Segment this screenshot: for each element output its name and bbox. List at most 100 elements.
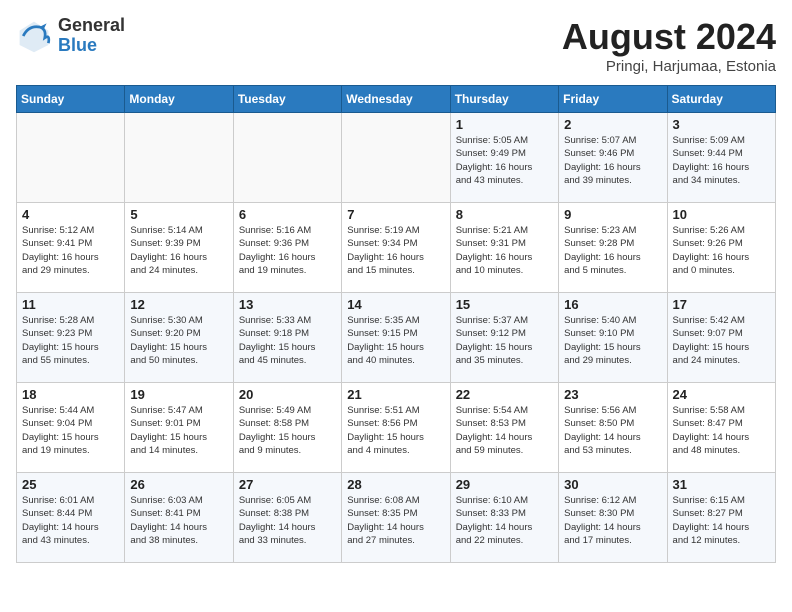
day-number: 9 [564,207,661,222]
calendar-week-row: 18 Sunrise: 5:44 AMSunset: 9:04 PMDayligh… [17,383,776,473]
calendar-cell [17,113,125,203]
day-info: Sunrise: 5:54 AMSunset: 8:53 PMDaylight:… [456,404,553,457]
calendar-week-row: 25Sunrise: 6:01 AMSunset: 8:44 PMDayligh… [17,473,776,563]
calendar-cell: 16Sunrise: 5:40 AMSunset: 9:10 PMDayligh… [559,293,667,383]
day-number: 3 [673,117,770,132]
day-number: 19 [130,387,227,402]
day-info: Sunrise: 6:03 AMSunset: 8:41 PMDaylight:… [130,494,227,547]
weekday-header-monday: Monday [125,86,233,113]
weekday-header-tuesday: Tuesday [233,86,341,113]
calendar-cell: 18 Sunrise: 5:44 AMSunset: 9:04 PMDayligh… [17,383,125,473]
calendar-week-row: 11 Sunrise: 5:28 AMSunset: 9:23 PMDayligh… [17,293,776,383]
day-info: Sunrise: 5:23 AMSunset: 9:28 PMDaylight:… [564,224,661,277]
weekday-header-saturday: Saturday [667,86,775,113]
day-info: Sunrise: 5:05 AMSunset: 9:49 PMDaylight:… [456,134,553,187]
day-number: 2 [564,117,661,132]
day-info: Sunrise: 5:35 AMSunset: 9:15 PMDaylight:… [347,314,444,367]
day-number: 23 [564,387,661,402]
calendar-cell: 17 Sunrise: 5:42 AMSunset: 9:07 PMDayligh… [667,293,775,383]
calendar-cell: 2Sunrise: 5:07 AMSunset: 9:46 PMDaylight… [559,113,667,203]
day-info: Sunrise: 6:08 AMSunset: 8:35 PMDaylight:… [347,494,444,547]
day-number: 18 [22,387,119,402]
logo: General Blue [16,16,125,56]
day-info: Sunrise: 5:33 AMSunset: 9:18 PMDaylight:… [239,314,336,367]
day-number: 4 [22,207,119,222]
calendar-cell: 3Sunrise: 5:09 AMSunset: 9:44 PMDaylight… [667,113,775,203]
calendar-cell: 9 Sunrise: 5:23 AMSunset: 9:28 PMDaylight… [559,203,667,293]
weekday-header-sunday: Sunday [17,86,125,113]
day-info: Sunrise: 5:12 AMSunset: 9:41 PMDaylight:… [22,224,119,277]
day-number: 14 [347,297,444,312]
calendar-cell: 24Sunrise: 5:58 AMSunset: 8:47 PMDayligh… [667,383,775,473]
day-info: Sunrise: 5:49 AMSunset: 8:58 PMDaylight:… [239,404,336,457]
day-info: Sunrise: 5:44 AMSunset: 9:04 PMDaylight:… [22,404,119,457]
logo-general-text: General [58,16,125,36]
calendar-cell: 30 Sunrise: 6:12 AMSunset: 8:30 PMDayligh… [559,473,667,563]
logo-icon [16,18,52,54]
calendar-cell: 26 Sunrise: 6:03 AMSunset: 8:41 PMDayligh… [125,473,233,563]
calendar-body: 1Sunrise: 5:05 AMSunset: 9:49 PMDaylight… [17,113,776,563]
calendar-cell: 6Sunrise: 5:16 AMSunset: 9:36 PMDaylight… [233,203,341,293]
calendar-cell: 23Sunrise: 5:56 AMSunset: 8:50 PMDayligh… [559,383,667,473]
day-number: 7 [347,207,444,222]
page-header: General Blue August 2024 Pringi, Harjuma… [16,16,776,75]
day-info: Sunrise: 5:30 AMSunset: 9:20 PMDaylight:… [130,314,227,367]
calendar-week-row: 1Sunrise: 5:05 AMSunset: 9:49 PMDaylight… [17,113,776,203]
day-number: 8 [456,207,553,222]
calendar-cell: 13Sunrise: 5:33 AMSunset: 9:18 PMDayligh… [233,293,341,383]
day-number: 21 [347,387,444,402]
day-info: Sunrise: 5:19 AMSunset: 9:34 PMDaylight:… [347,224,444,277]
day-number: 27 [239,477,336,492]
day-number: 31 [673,477,770,492]
day-number: 10 [673,207,770,222]
calendar-cell: 27 Sunrise: 6:05 AMSunset: 8:38 PMDayligh… [233,473,341,563]
calendar-cell: 19 Sunrise: 5:47 AMSunset: 9:01 PMDayligh… [125,383,233,473]
weekday-header-friday: Friday [559,86,667,113]
calendar-cell: 11 Sunrise: 5:28 AMSunset: 9:23 PMDayligh… [17,293,125,383]
weekday-header-wednesday: Wednesday [342,86,450,113]
day-number: 15 [456,297,553,312]
day-number: 11 [22,297,119,312]
day-number: 29 [456,477,553,492]
day-number: 30 [564,477,661,492]
calendar-cell: 21 Sunrise: 5:51 AMSunset: 8:56 PMDayligh… [342,383,450,473]
day-info: Sunrise: 5:26 AMSunset: 9:26 PMDaylight:… [673,224,770,277]
calendar-cell: 8 Sunrise: 5:21 AMSunset: 9:31 PMDaylight… [450,203,558,293]
calendar-cell: 12 Sunrise: 5:30 AMSunset: 9:20 PMDayligh… [125,293,233,383]
month-title: August 2024 [562,16,776,58]
day-info: Sunrise: 5:37 AMSunset: 9:12 PMDaylight:… [456,314,553,367]
day-number: 20 [239,387,336,402]
calendar-week-row: 4 Sunrise: 5:12 AMSunset: 9:41 PMDaylight… [17,203,776,293]
logo-blue-text: Blue [58,36,125,56]
day-info: Sunrise: 5:51 AMSunset: 8:56 PMDaylight:… [347,404,444,457]
weekday-header-thursday: Thursday [450,86,558,113]
calendar-cell: 5Sunrise: 5:14 AMSunset: 9:39 PMDaylight… [125,203,233,293]
calendar-cell: 20 Sunrise: 5:49 AMSunset: 8:58 PMDayligh… [233,383,341,473]
day-info: Sunrise: 6:01 AMSunset: 8:44 PMDaylight:… [22,494,119,547]
weekday-header-row: SundayMondayTuesdayWednesdayThursdayFrid… [17,86,776,113]
day-number: 17 [673,297,770,312]
day-number: 26 [130,477,227,492]
day-info: Sunrise: 5:58 AMSunset: 8:47 PMDaylight:… [673,404,770,457]
calendar-cell: 28Sunrise: 6:08 AMSunset: 8:35 PMDayligh… [342,473,450,563]
calendar-cell: 4 Sunrise: 5:12 AMSunset: 9:41 PMDaylight… [17,203,125,293]
day-info: Sunrise: 6:15 AMSunset: 8:27 PMDaylight:… [673,494,770,547]
location-subtitle: Pringi, Harjumaa, Estonia [562,58,776,75]
day-info: Sunrise: 5:47 AMSunset: 9:01 PMDaylight:… [130,404,227,457]
day-info: Sunrise: 5:42 AMSunset: 9:07 PMDaylight:… [673,314,770,367]
day-info: Sunrise: 5:21 AMSunset: 9:31 PMDaylight:… [456,224,553,277]
day-info: Sunrise: 6:05 AMSunset: 8:38 PMDaylight:… [239,494,336,547]
day-info: Sunrise: 6:12 AMSunset: 8:30 PMDaylight:… [564,494,661,547]
logo-text: General Blue [58,16,125,56]
day-info: Sunrise: 5:14 AMSunset: 9:39 PMDaylight:… [130,224,227,277]
calendar-cell: 29 Sunrise: 6:10 AMSunset: 8:33 PMDayligh… [450,473,558,563]
title-block: August 2024 Pringi, Harjumaa, Estonia [562,16,776,75]
day-number: 22 [456,387,553,402]
day-number: 12 [130,297,227,312]
day-info: Sunrise: 6:10 AMSunset: 8:33 PMDaylight:… [456,494,553,547]
day-info: Sunrise: 5:28 AMSunset: 9:23 PMDaylight:… [22,314,119,367]
calendar-cell: 22 Sunrise: 5:54 AMSunset: 8:53 PMDayligh… [450,383,558,473]
calendar-cell: 10 Sunrise: 5:26 AMSunset: 9:26 PMDayligh… [667,203,775,293]
calendar-cell: 31 Sunrise: 6:15 AMSunset: 8:27 PMDayligh… [667,473,775,563]
calendar-cell: 25Sunrise: 6:01 AMSunset: 8:44 PMDayligh… [17,473,125,563]
